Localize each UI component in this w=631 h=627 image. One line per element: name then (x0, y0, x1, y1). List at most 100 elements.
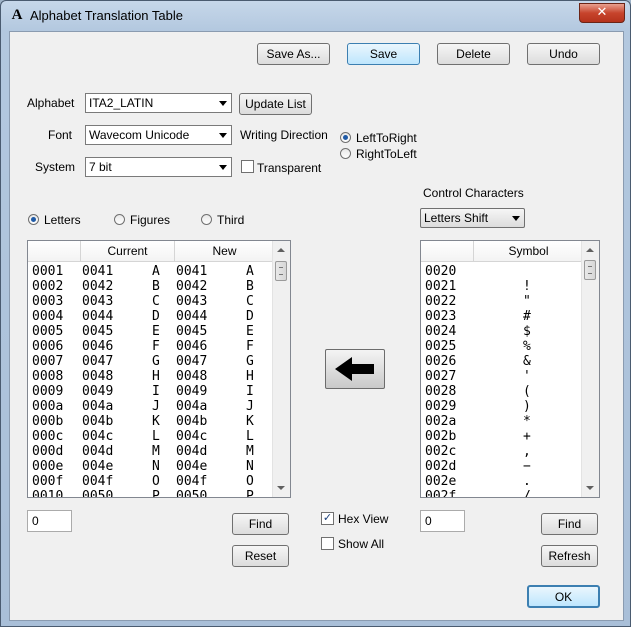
column-header-symbol[interactable]: Symbol (474, 241, 584, 262)
undo-button[interactable]: Undo (527, 43, 600, 65)
left-find-input[interactable]: 0 (27, 510, 72, 532)
transfer-button[interactable] (325, 349, 385, 389)
row-index: 0001 (32, 264, 64, 279)
writing-direction-label: Writing Direction (240, 128, 328, 142)
save-as-button[interactable]: Save As... (257, 43, 330, 65)
new-code: 004b (176, 414, 208, 429)
new-char: G (246, 354, 254, 369)
dialog-client: Save As... Save Delete Undo Alphabet ITA… (9, 31, 624, 621)
row-index: 0007 (32, 354, 64, 369)
third-radio[interactable] (201, 214, 212, 225)
new-code: 004e (176, 459, 208, 474)
refresh-button[interactable]: Refresh (541, 545, 598, 567)
scroll-thumb[interactable] (275, 261, 287, 281)
figures-label[interactable]: Figures (130, 213, 170, 227)
symbol-index: 002c (425, 444, 457, 459)
symbol-char: $ (523, 324, 531, 339)
title-bar[interactable]: A Alphabet Translation Table ✕ (1, 1, 630, 29)
third-label[interactable]: Third (217, 213, 244, 227)
ok-button[interactable]: OK (527, 585, 600, 608)
left-find-button[interactable]: Find (232, 513, 289, 535)
symbol-char: # (523, 309, 531, 324)
new-char: P (246, 489, 254, 498)
new-code: 0042 (176, 279, 208, 294)
current-char: P (152, 489, 160, 498)
reset-button[interactable]: Reset (232, 545, 289, 567)
row-index: 000f (32, 474, 64, 489)
row-index: 0006 (32, 339, 64, 354)
current-char: N (152, 459, 160, 474)
translation-table[interactable]: Current New 0001 0041 A 0041 A 0002 0042 B 0042 B… (27, 240, 291, 498)
symbol-char: ' (523, 369, 531, 384)
font-select[interactable]: Wavecom Unicode (85, 125, 232, 145)
column-header-index[interactable] (421, 241, 474, 262)
hex-view-checkbox[interactable]: ✓ (321, 512, 334, 525)
new-code: 004c (176, 429, 208, 444)
current-char: A (152, 264, 160, 279)
row-index: 0004 (32, 309, 64, 324)
symbol-char: " (523, 294, 531, 309)
save-button[interactable]: Save (347, 43, 420, 65)
transparent-label[interactable]: Transparent (257, 161, 321, 175)
new-char: F (246, 339, 254, 354)
letters-radio[interactable] (28, 214, 39, 225)
chevron-down-icon (219, 101, 227, 106)
update-list-button[interactable]: Update List (239, 93, 312, 115)
new-char: J (246, 399, 254, 414)
ltr-label[interactable]: LeftToRight (356, 131, 417, 145)
current-code: 0042 (82, 279, 114, 294)
symbol-scrollbar[interactable] (581, 241, 599, 497)
new-char: D (246, 309, 254, 324)
new-code: 0047 (176, 354, 208, 369)
alphabet-select[interactable]: ITA2_LATIN (85, 93, 232, 113)
ltr-radio[interactable] (340, 132, 351, 143)
row-index: 000c (32, 429, 64, 444)
symbol-table[interactable]: Symbol 0020 0021! 0022 " 0023 #0024 $0025% 0026… (420, 240, 600, 498)
current-char: O (152, 474, 160, 489)
scroll-up-icon[interactable] (277, 248, 285, 252)
letters-label[interactable]: Letters (44, 213, 81, 227)
scroll-up-icon[interactable] (586, 248, 594, 252)
symbol-index: 0028 (425, 384, 457, 399)
column-header-new[interactable]: New (175, 241, 275, 262)
new-code: 0044 (176, 309, 208, 324)
system-select[interactable]: 7 bit (85, 157, 232, 177)
scroll-down-icon[interactable] (586, 486, 594, 490)
current-code: 004f (82, 474, 114, 489)
alphabet-select-value: ITA2_LATIN (89, 96, 154, 110)
new-char: E (246, 324, 254, 339)
rtl-label[interactable]: RightToLeft (356, 147, 417, 161)
current-code: 0044 (82, 309, 114, 324)
hex-view-label[interactable]: Hex View (338, 512, 388, 526)
show-all-checkbox[interactable] (321, 537, 334, 550)
rtl-radio[interactable] (340, 148, 351, 159)
symbol-index: 0026 (425, 354, 457, 369)
column-header-index[interactable] (28, 241, 81, 262)
column-header-current[interactable]: Current (81, 241, 175, 262)
translation-scrollbar[interactable] (272, 241, 290, 497)
figures-radio[interactable] (114, 214, 125, 225)
symbol-index: 002b (425, 429, 457, 444)
current-code: 004a (82, 399, 114, 414)
show-all-label[interactable]: Show All (338, 537, 384, 551)
row-index: 000d (32, 444, 64, 459)
new-char: L (246, 429, 254, 444)
right-find-input[interactable]: 0 (420, 510, 465, 532)
current-char: I (152, 384, 160, 399)
delete-button[interactable]: Delete (437, 43, 510, 65)
control-characters-select[interactable]: Letters Shift (420, 208, 525, 228)
scroll-thumb[interactable] (584, 260, 596, 280)
system-select-value: 7 bit (89, 160, 112, 174)
close-button[interactable]: ✕ (579, 3, 625, 23)
new-code: 004d (176, 444, 208, 459)
symbol-index: 0023 (425, 309, 457, 324)
right-find-button[interactable]: Find (541, 513, 598, 535)
transparent-checkbox[interactable] (241, 160, 254, 173)
current-char: J (152, 399, 160, 414)
current-code: 0046 (82, 339, 114, 354)
scroll-down-icon[interactable] (277, 486, 285, 490)
font-label: Font (48, 128, 73, 142)
symbol-char: ( (523, 384, 531, 399)
row-index: 0005 (32, 324, 64, 339)
symbol-index: 0020 (425, 264, 457, 279)
